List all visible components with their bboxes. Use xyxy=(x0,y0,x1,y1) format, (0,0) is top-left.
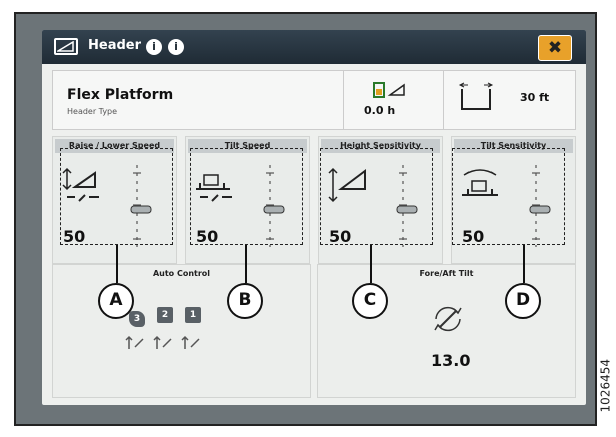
height-sensitivity-panel[interactable]: Height Sensitivity 50 xyxy=(318,136,443,264)
callout-a: A xyxy=(98,283,134,319)
info-icon[interactable]: i xyxy=(168,39,184,55)
mode-3-button[interactable]: 3 xyxy=(129,311,145,327)
mode-2-button[interactable]: 2 xyxy=(157,307,173,323)
tilt-speed-value: 50 xyxy=(196,227,219,246)
close-button[interactable]: ✖ xyxy=(538,35,572,61)
height-sensitivity-icon xyxy=(328,167,366,203)
header-type-label: Header Type xyxy=(67,107,118,116)
width-cell[interactable]: 30 ft xyxy=(443,71,578,129)
panel-title: Height Sensitivity xyxy=(321,139,440,153)
header-width: 30 ft xyxy=(520,91,550,104)
fore-aft-value: 13.0 xyxy=(431,351,471,370)
callout-leader xyxy=(370,245,372,283)
header-icon xyxy=(54,38,78,55)
header-width-icon xyxy=(458,82,494,110)
tilt-sensitivity-panel[interactable]: Tilt Sensitivity 50 xyxy=(451,136,576,264)
tilt-speed-panel[interactable]: Tilt Speed 50 xyxy=(185,136,310,264)
hours-cell[interactable]: 0.0 h xyxy=(343,71,444,129)
fore-aft-title: Fore/Aft Tilt xyxy=(419,269,474,278)
header-hours-icon xyxy=(373,82,405,98)
header-hours: 0.0 h xyxy=(364,104,396,117)
tilt-speed-icon xyxy=(196,174,232,202)
callout-c: C xyxy=(352,283,388,319)
height-adjust-icons xyxy=(125,335,200,349)
mode-1-button[interactable]: 1 xyxy=(185,307,201,323)
callout-leader xyxy=(523,245,525,283)
header-screen: Header i i ✖ Flex Platform Header Type 0… xyxy=(42,30,586,405)
fore-aft-tilt-icon xyxy=(434,306,462,332)
header-info-row: Flex Platform Header Type 0.0 h 30 ft xyxy=(52,70,576,130)
fore-aft-tilt-panel[interactable]: Fore/Aft Tilt 13.0 xyxy=(317,264,576,398)
auto-control-panel[interactable]: Auto Control 3 2 1 xyxy=(52,264,311,398)
header-name: Flex Platform xyxy=(67,87,174,103)
callout-d: D xyxy=(505,283,541,319)
figure-number: 1026454 xyxy=(598,359,612,413)
callout-b: B xyxy=(227,283,263,319)
tilt-sensitivity-icon xyxy=(462,169,498,196)
height-sensitivity-value: 50 xyxy=(329,227,352,246)
auto-control-title: Auto Control xyxy=(152,269,211,278)
callout-leader xyxy=(245,245,247,283)
panel-title: Tilt Sensitivity xyxy=(454,139,573,153)
tilt-sensitivity-value: 50 xyxy=(462,227,485,246)
panel-title: Raise / Lower Speed xyxy=(55,139,174,153)
callout-leader xyxy=(116,245,118,283)
sensitivity-slider[interactable] xyxy=(526,161,556,251)
info-icon[interactable]: i xyxy=(146,39,162,55)
title-bar: Header i i ✖ xyxy=(42,30,586,64)
raise-lower-speed-icon xyxy=(62,167,99,202)
settings-panels: Raise / Lower Speed 50 Tilt Speed 50 Hei… xyxy=(52,136,576,264)
sensitivity-slider[interactable] xyxy=(393,161,423,251)
bottom-panels: Auto Control 3 2 1 Fore/Aft Tilt 13.0 xyxy=(52,264,576,398)
panel-title: Tilt Speed xyxy=(188,139,307,153)
speed-slider[interactable] xyxy=(127,161,157,251)
raise-lower-speed-value: 50 xyxy=(63,227,86,246)
window-title: Header xyxy=(88,38,142,53)
raise-lower-speed-panel[interactable]: Raise / Lower Speed 50 xyxy=(52,136,177,264)
speed-slider[interactable] xyxy=(260,161,290,251)
